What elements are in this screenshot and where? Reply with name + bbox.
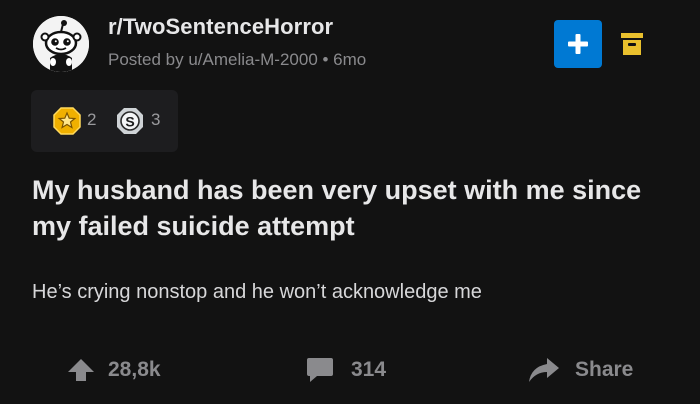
awards-bar[interactable]: 2 S 3 [31,90,178,152]
share-label: Share [575,358,634,381]
upvote-button[interactable]: 28,8k [66,350,161,390]
svg-text:S: S [125,114,134,130]
archive-icon [620,31,644,57]
post-meta: Posted by u/Amelia-M-2000 • 6mo [108,50,367,69]
post-title: My husband has been very upset with me s… [32,175,642,241]
comments-button[interactable]: 314 [305,350,386,390]
gold-award-icon [52,106,82,141]
gold-award-count: 2 [87,110,97,129]
upvote-arrow-icon [68,359,94,381]
subreddit-avatar[interactable] [33,16,89,72]
comment-count: 314 [351,358,387,381]
share-arrow-icon [529,358,559,382]
silver-award-icon: S [115,106,145,141]
snoo-avatar-icon [33,16,89,72]
post-view: r/TwoSentenceHorror Posted by u/Amelia-M… [0,0,700,404]
share-button[interactable]: Share [527,350,633,390]
silver-award-count: 3 [151,110,161,129]
subreddit-name[interactable]: r/TwoSentenceHorror [108,14,333,40]
plus-icon [568,34,588,54]
post-body: He’s crying nonstop and he won’t acknowl… [32,281,482,303]
upvote-count: 28,8k [108,358,161,381]
comment-icon [307,358,333,382]
join-button[interactable] [554,20,602,68]
